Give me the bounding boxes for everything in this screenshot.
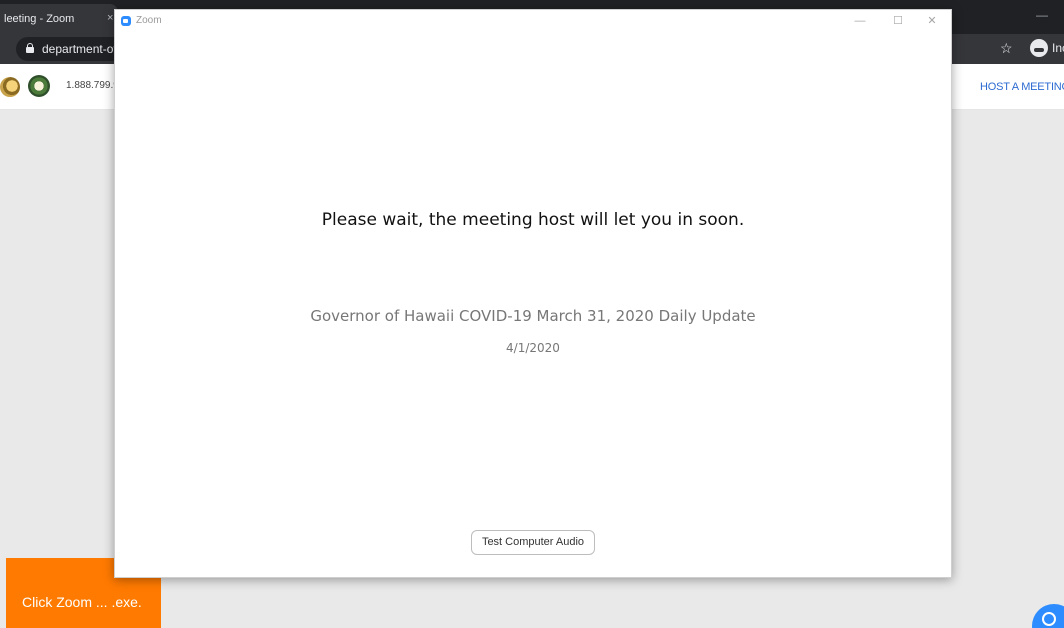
screen: leeting - Zoom × — department-of ☆ Inc 1… xyxy=(0,0,1064,628)
meeting-date: 4/1/2020 xyxy=(506,341,560,355)
zoom-window: Zoom — ☐ ✕ Please wait, the meeting host… xyxy=(114,9,952,578)
url-text: department-of xyxy=(42,42,117,56)
test-computer-audio-button[interactable]: Test Computer Audio xyxy=(471,530,595,555)
minimize-button[interactable]: — xyxy=(845,12,875,30)
zoom-logo-icon xyxy=(121,16,131,26)
lock-icon xyxy=(26,43,34,53)
department-seal-logo xyxy=(28,75,50,97)
zoom-titlebar[interactable]: Zoom — ☐ ✕ xyxy=(115,10,951,32)
meeting-topic: Governor of Hawaii COVID-19 March 31, 20… xyxy=(310,307,756,325)
state-seal-logo xyxy=(0,77,20,97)
browser-tab-title: leeting - Zoom xyxy=(4,13,75,25)
browser-tab[interactable]: leeting - Zoom × xyxy=(0,4,118,34)
incognito-label: Inc xyxy=(1052,41,1064,55)
zoom-window-title: Zoom xyxy=(136,15,162,26)
waiting-message: Please wait, the meeting host will let y… xyxy=(321,210,745,230)
bookmark-star-icon[interactable]: ☆ xyxy=(1000,40,1013,57)
maximize-button[interactable]: ☐ xyxy=(883,12,913,30)
incognito-icon[interactable] xyxy=(1030,39,1048,57)
close-button[interactable]: ✕ xyxy=(917,12,947,30)
tab-close-icon[interactable]: × xyxy=(107,12,113,24)
support-phone: 1.888.799.9 xyxy=(66,80,119,91)
browser-minimize-icon[interactable]: — xyxy=(1036,8,1048,22)
host-a-meeting-link[interactable]: HOST A MEETING ▾ xyxy=(980,80,1064,93)
toast-text: Click Zoom ... .exe. xyxy=(22,594,142,610)
